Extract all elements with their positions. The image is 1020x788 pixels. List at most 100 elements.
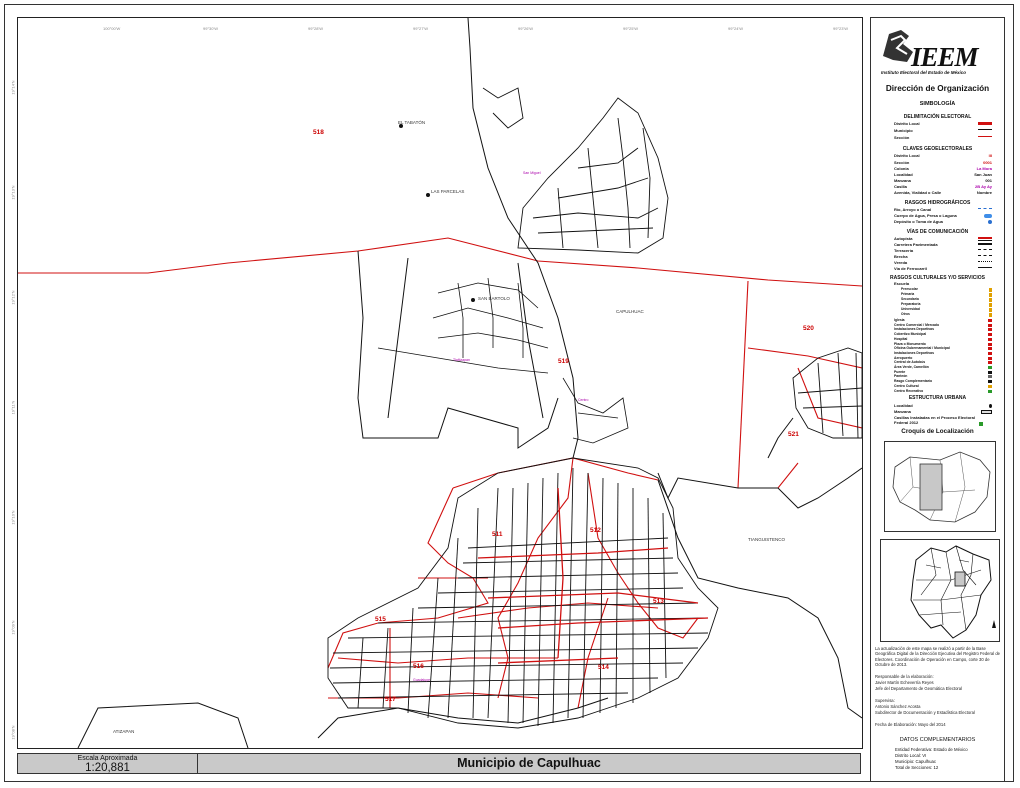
coord-left-1: 19°14'N	[10, 80, 16, 95]
coord-left-7: 19°08'N	[10, 725, 16, 740]
legend-deposito: Depósito o Toma de Agua	[894, 219, 992, 225]
locality-dots	[399, 124, 475, 302]
legend-cultural-symbol-icon	[988, 328, 992, 332]
municipality-title: Municipio de Capulhuac	[457, 756, 601, 770]
coord-top-7: 99°24'W	[728, 26, 744, 31]
scale-label: Escala Aproximada	[77, 755, 138, 762]
coord-left-2: 19°13'N	[10, 185, 16, 200]
label-atizapan: ATIZAPAN	[113, 729, 135, 734]
coord-left-3: 19°12'N	[10, 290, 16, 305]
label-capulhuac: CAPULHUAC	[616, 309, 644, 314]
inset-state-map	[892, 451, 991, 523]
legend-cultural-symbol-icon	[988, 384, 992, 388]
north-colony-streets	[482, 87, 669, 254]
coord-top-3: 99°28'W	[308, 26, 324, 31]
coord-top-4: 99°27'W	[413, 26, 429, 31]
hidro-title: RASGOS HIDROGRÁFICOS	[904, 200, 971, 206]
legend-distrito-local: Distrito Local	[894, 121, 992, 127]
compl-municipio: Municipio: Capulhuac	[895, 759, 937, 764]
legend-cultural-symbol-icon	[988, 342, 992, 346]
responsible-title: Responsable de la elaboración:	[875, 674, 934, 679]
coord-top-6: 99°25'W	[623, 26, 639, 31]
casilla-marker-icon	[979, 422, 983, 426]
section-boundaries	[18, 237, 862, 709]
logo-subtitle: Instituto Electoral del Estado de México	[881, 70, 967, 75]
coord-top-8: 99°23'W	[833, 26, 849, 31]
responsible-name: Javier Martín Echeverría Reyes	[875, 680, 934, 685]
legend-clave-distrito: Distrito Local III	[894, 153, 992, 158]
legend-municipio: Municipio	[894, 128, 992, 134]
map-geometry	[18, 18, 862, 748]
coord-left-4: 19°11'N	[10, 400, 16, 415]
supervisor-role: Subdirector de Documentación y Estadísti…	[875, 710, 975, 715]
coord-top-1: 100°00'W	[103, 26, 121, 31]
legend-casillas: Casillas Instaladas en el Proceso Electo…	[894, 415, 975, 425]
legend-cultural-item: Centro Recreativo	[894, 389, 992, 395]
urbana-title: ESTRUCTURA URBANA	[908, 395, 967, 401]
compl-secciones: Total de Secciones: 12	[895, 765, 939, 770]
coord-top-5: 99°26'W	[518, 26, 534, 31]
ieem-logo: IEEM Instituto Electoral del Estado de M…	[879, 24, 999, 80]
compl-entidad: Entidad Federativa: Estado de México	[895, 747, 968, 752]
department-title: Dirección de Organización	[885, 84, 990, 93]
legend-cultural-symbol-icon	[988, 323, 992, 327]
legend-cultural-symbol-icon	[988, 375, 992, 379]
legend-cultural-symbol-icon	[988, 337, 992, 341]
east-colony-streets	[792, 347, 862, 439]
elaboration-date: Fecha de Elaboración: Mayo del 2014	[875, 722, 946, 727]
delimitacion-title: DELIMITACIÓN ELECTORAL	[903, 114, 972, 120]
section-512: 512	[590, 527, 601, 534]
section-519: 519	[558, 358, 569, 365]
supervisor-title: Supervisa:	[875, 698, 895, 703]
label-el-tabaton: EL TABATÓN	[398, 120, 426, 125]
colony-label-3: Centro	[578, 398, 589, 402]
coord-top-2: 99°30'W	[203, 26, 219, 31]
coord-left-5: 19°10'N	[10, 510, 16, 525]
vias-title: VÍAS DE COMUNICACIÓN	[906, 229, 969, 235]
municipal-boundary	[77, 18, 862, 748]
section-511: 511	[492, 531, 503, 538]
legend-panel: IEEM Instituto Electoral del Estado de M…	[870, 17, 1005, 782]
label-tianguistenco: TIANGUISTENCO	[748, 537, 786, 542]
central-streets	[377, 277, 629, 444]
inset-municipalities-map	[910, 545, 996, 639]
label-san-bartolo: SAN BARTOLO	[478, 296, 510, 301]
town-grid	[327, 457, 719, 729]
label-las-parcelas: LAS PARCELAS	[431, 189, 465, 194]
legend-seccion: Sección	[894, 135, 992, 141]
responsible-role: Jefe del Departamento de Geomática Elect…	[875, 686, 963, 691]
legend-cultural-symbol-icon	[988, 389, 992, 393]
scale-box: Escala Aproximada 1:20,881	[18, 754, 198, 774]
section-517: 517	[385, 696, 396, 703]
section-520: 520	[803, 325, 814, 332]
legend-cultural-symbol-icon	[988, 366, 992, 369]
legend-cultural-symbol-icon	[988, 351, 992, 355]
compl-distrito: Distrito Local: VI	[895, 753, 927, 758]
legend-cultural-symbol-icon	[988, 333, 992, 337]
legend-cultural-symbol-icon	[988, 347, 992, 351]
section-514: 514	[598, 664, 609, 671]
location-inset-municipalities	[880, 539, 1000, 642]
section-513: 513	[653, 598, 664, 605]
legend-clave-calle: Avenida, Vialidad o Calle Nombre	[894, 190, 992, 195]
section-521: 521	[788, 431, 799, 438]
legend-cultural-symbol-icon	[988, 380, 992, 384]
colony-label-1: San Miguel	[523, 171, 541, 175]
colony-label-2: Tlaltizapan	[453, 358, 470, 362]
location-inset-state	[884, 441, 996, 532]
legend-cultural-symbol-icon	[988, 370, 992, 374]
elaboration-note: La actualización de este mapa se realizó…	[875, 646, 1000, 667]
colony-label-4: Guadalupe	[413, 678, 431, 682]
section-515: 515	[375, 616, 386, 623]
logo-text: IEEM	[911, 42, 979, 72]
legend-cultural-symbol-icon	[988, 356, 992, 360]
simbologia-title: SIMBOLOGÍA	[919, 101, 956, 107]
title-bar: Escala Aproximada 1:20,881 Municipio de …	[17, 753, 861, 774]
legend-cultural-symbol-icon	[988, 361, 992, 365]
claves-title: CLAVES GEOELECTORALES	[902, 146, 973, 152]
supervisor-name: Antonio Sánchez Acosta	[875, 704, 921, 709]
section-518: 518	[313, 129, 324, 136]
scale-value: 1:20,881	[85, 762, 130, 774]
coord-left-6: 19°09'N	[10, 620, 16, 635]
map-canvas[interactable]: 100°00'W 99°30'W 99°28'W 99°27'W 99°26'W…	[17, 17, 863, 749]
